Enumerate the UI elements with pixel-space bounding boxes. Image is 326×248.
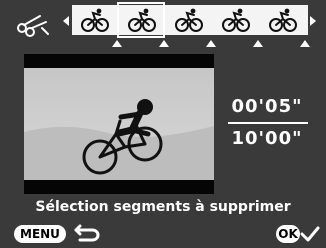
bmx-rider-thumbnail-icon [175,8,203,32]
menu-button[interactable]: MENU [14,225,66,243]
scissors-icon [17,15,49,37]
segment-marker [300,40,310,47]
bmx-rider-illustration [24,99,214,180]
time-divider [228,122,308,124]
video-preview [24,54,214,194]
checkmark-icon [300,226,320,242]
bmx-rider-thumbnail-icon [222,8,250,32]
filmstrip-frame[interactable] [166,5,211,35]
bmx-rider-thumbnail-icon [269,8,297,32]
filmstrip-next-arrow[interactable] [310,16,316,26]
filmstrip [72,2,308,38]
segment-marker [112,40,122,47]
return-arrow-icon [74,224,100,242]
segment-marker [206,40,216,47]
current-time: 00'05" [231,96,303,117]
bmx-rider-thumbnail-icon [81,8,109,32]
instruction-caption: Sélection segments à supprimer [35,199,291,215]
filmstrip-frame[interactable] [260,5,305,35]
selected-frame-box [117,2,165,38]
total-time: 10'00" [231,128,303,149]
filmstrip-frame[interactable] [213,5,258,35]
camera-screen: 00'05" 10'00" Sélection segments à suppr… [0,0,326,248]
segment-marker [253,40,263,47]
segment-marker [159,40,169,47]
filmstrip-prev-arrow[interactable] [63,16,69,26]
filmstrip-frame[interactable] [72,5,117,35]
ok-button[interactable]: OK [276,225,300,243]
